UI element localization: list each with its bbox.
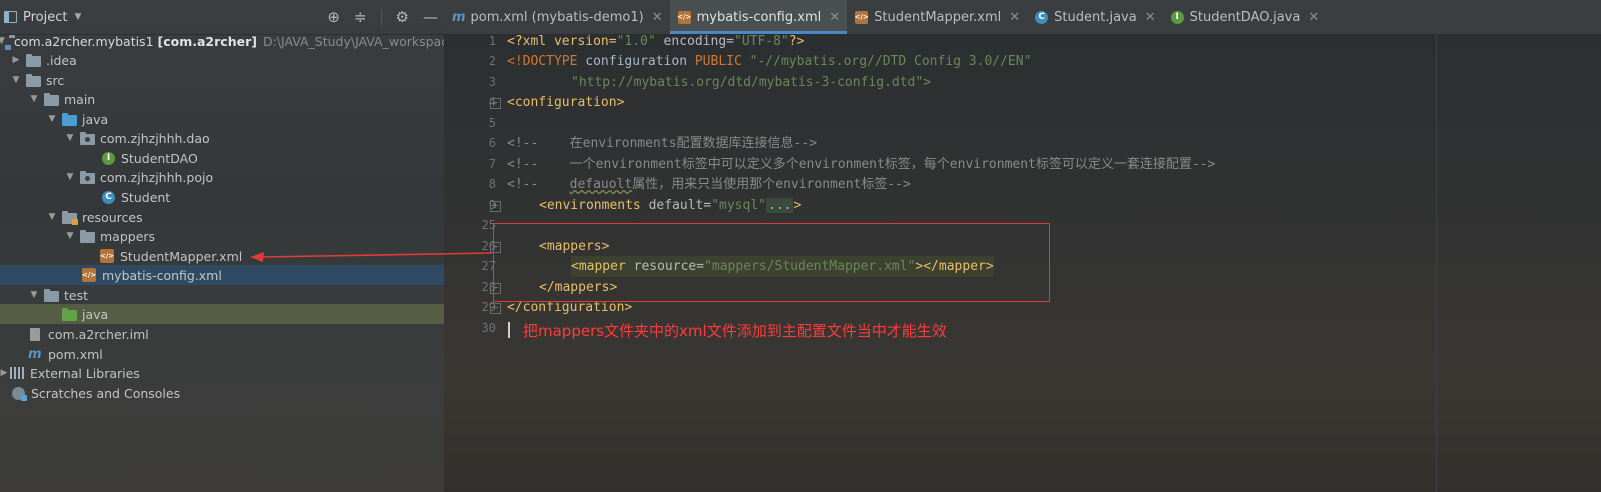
annotation-arrow: [250, 252, 493, 262]
arrow-line: [261, 252, 493, 258]
arrow-head: [250, 252, 264, 262]
